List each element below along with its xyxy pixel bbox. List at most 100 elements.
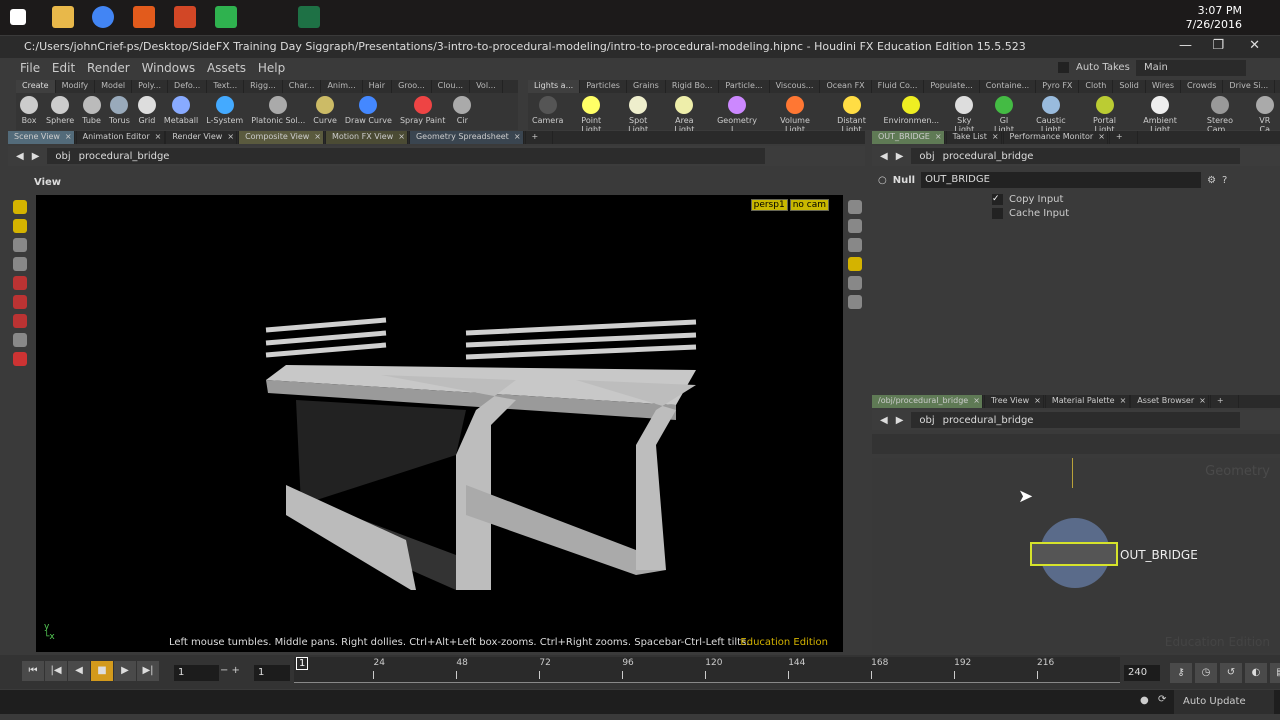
- help-icon[interactable]: ?: [1222, 175, 1227, 186]
- maximize-button[interactable]: ❐: [1212, 38, 1224, 53]
- normals-icon[interactable]: [848, 295, 862, 309]
- menu-windows[interactable]: Windows: [142, 61, 196, 75]
- snap-icon[interactable]: [13, 333, 27, 347]
- path-procedural-bridge[interactable]: procedural_bridge: [943, 151, 1034, 162]
- shelf-tab[interactable]: Modify: [56, 80, 96, 93]
- visibility-icon[interactable]: [848, 238, 862, 252]
- points-icon[interactable]: [848, 276, 862, 290]
- menu-edit[interactable]: Edit: [52, 61, 75, 75]
- shelf-tool[interactable]: GI Light: [985, 93, 1022, 134]
- play-backward-button[interactable]: ◀: [68, 661, 90, 681]
- gear-icon[interactable]: ⚙: [1207, 175, 1216, 186]
- shelf-tool[interactable]: VR Ca: [1249, 93, 1280, 134]
- shelf-tab[interactable]: Vol...: [470, 80, 503, 93]
- shelf-tab[interactable]: Defo...: [168, 80, 208, 93]
- copy-input-checkbox[interactable]: ✓: [992, 194, 1003, 205]
- close-tab-icon[interactable]: ×: [988, 131, 1004, 144]
- back-icon[interactable]: ◀: [16, 151, 24, 162]
- menu-file[interactable]: File: [20, 61, 40, 75]
- shelf-tab[interactable]: Viscous...: [770, 80, 821, 93]
- menu-help[interactable]: Help: [258, 61, 285, 75]
- shelf-tool[interactable]: Spot Light: [615, 93, 661, 134]
- shelf-tool[interactable]: Caustic Light: [1023, 93, 1080, 134]
- chrome-icon[interactable]: [92, 6, 114, 28]
- 3d-viewport[interactable]: persp1 no cam Left mouse tumbles. Middle…: [36, 195, 843, 652]
- shelf-tab[interactable]: Wires: [1146, 80, 1182, 93]
- shelf-tool[interactable]: Torus: [105, 93, 134, 130]
- shelf-tab[interactable]: Poly...: [132, 80, 169, 93]
- close-tab-icon[interactable]: ×: [1094, 131, 1110, 144]
- shelf-tool[interactable]: Draw Curve: [341, 93, 396, 130]
- path-field[interactable]: obj procedural_bridge: [47, 148, 765, 164]
- shelf-tab[interactable]: Particles: [580, 80, 627, 93]
- start-icon[interactable]: [10, 9, 26, 25]
- shelf-tool[interactable]: Camera: [528, 93, 567, 130]
- close-tab-icon[interactable]: ×: [931, 131, 947, 144]
- shelf-tool[interactable]: Ambient Light: [1130, 93, 1191, 134]
- shelf-tool[interactable]: Environmen...: [880, 93, 944, 130]
- stop-button[interactable]: ■: [91, 661, 113, 681]
- shelf-tab[interactable]: Hair: [363, 80, 393, 93]
- cache-icon[interactable]: ●: [1140, 695, 1149, 706]
- close-tab-icon[interactable]: ×: [61, 131, 77, 144]
- handle-tool-icon[interactable]: [13, 238, 27, 252]
- excel-icon[interactable]: [298, 6, 320, 28]
- shelf-tool[interactable]: Box: [16, 93, 42, 130]
- rotate-tool-icon[interactable]: [13, 295, 27, 309]
- timeline-ruler[interactable]: 1 24 48 72 96 120 144 168 192 216: [294, 657, 1120, 683]
- close-tab-icon[interactable]: ×: [151, 131, 167, 144]
- key-icon[interactable]: ⚷: [1170, 663, 1192, 683]
- end-frame-field[interactable]: 240: [1124, 665, 1160, 681]
- shelf-tab[interactable]: Rigg...: [244, 80, 283, 93]
- move-tool-icon[interactable]: [13, 276, 27, 290]
- close-tab-icon[interactable]: ×: [969, 395, 985, 408]
- shelf-tool[interactable]: Geometry L...: [708, 93, 767, 134]
- forward-icon[interactable]: ▶: [896, 151, 904, 162]
- shelf-tool[interactable]: Platonic Sol...: [247, 93, 309, 130]
- desktop-select[interactable]: Main: [1136, 60, 1246, 76]
- shelf-tab[interactable]: Pyro FX: [1036, 80, 1080, 93]
- path-obj[interactable]: obj: [55, 151, 70, 162]
- pane-tab[interactable]: /obj/procedural_bridge: [872, 395, 984, 408]
- shelf-tab[interactable]: Groo...: [392, 80, 432, 93]
- lighting-icon[interactable]: [848, 257, 862, 271]
- shelf-tab[interactable]: Solid: [1113, 80, 1146, 93]
- clock[interactable]: 3:07 PM 7/26/2016: [1186, 4, 1242, 32]
- houdini-icon[interactable]: [133, 6, 155, 28]
- add-tab-icon[interactable]: +: [526, 131, 554, 144]
- close-button[interactable]: ✕: [1249, 38, 1260, 53]
- shelf-tab[interactable]: Ocean FX: [820, 80, 872, 93]
- menu-assets[interactable]: Assets: [207, 61, 246, 75]
- forward-icon[interactable]: ▶: [32, 151, 40, 162]
- refresh-icon[interactable]: ⟳: [1158, 694, 1166, 705]
- pose-tool-icon[interactable]: [13, 257, 27, 271]
- shelf-tab[interactable]: Char...: [283, 80, 322, 93]
- shelf-tool[interactable]: Cir: [449, 93, 475, 130]
- shelf-tab[interactable]: Fluid Co...: [872, 80, 925, 93]
- audio-icon[interactable]: ◐: [1245, 663, 1267, 683]
- auto-takes-checkbox[interactable]: [1058, 62, 1069, 73]
- forward-icon[interactable]: ▶: [896, 415, 904, 426]
- file-explorer-icon[interactable]: [52, 6, 74, 28]
- path-procedural-bridge[interactable]: procedural_bridge: [79, 151, 170, 162]
- path-obj[interactable]: obj: [919, 151, 934, 162]
- frame-stepper[interactable]: − +: [220, 665, 240, 676]
- close-tab-icon[interactable]: ×: [394, 131, 410, 144]
- node-name-field[interactable]: OUT_BRIDGE: [921, 172, 1202, 188]
- realtime-icon[interactable]: ◷: [1195, 663, 1217, 683]
- start-frame-field[interactable]: 1: [254, 665, 290, 681]
- pane-tab[interactable]: Geometry Spreadsheet: [409, 131, 524, 144]
- select-tool-icon[interactable]: [13, 200, 27, 214]
- back-icon[interactable]: ◀: [880, 415, 888, 426]
- loop-icon[interactable]: ↺: [1220, 663, 1242, 683]
- shelf-tool[interactable]: Portal Light: [1079, 93, 1130, 134]
- play-button[interactable]: ▶: [114, 661, 136, 681]
- back-icon[interactable]: ◀: [880, 151, 888, 162]
- shelf-tab[interactable]: Drive Si...: [1223, 80, 1276, 93]
- shelf-tab[interactable]: Rigid Bo...: [666, 80, 720, 93]
- lock-icon[interactable]: [848, 219, 862, 233]
- shelf-tab[interactable]: Containe...: [980, 80, 1037, 93]
- path-procedural-bridge[interactable]: procedural_bridge: [943, 415, 1034, 426]
- shelf-tab[interactable]: Crowds: [1181, 80, 1224, 93]
- network-editor[interactable]: Geometry Education Edition OUT_BRIDGE ➤: [872, 458, 1280, 653]
